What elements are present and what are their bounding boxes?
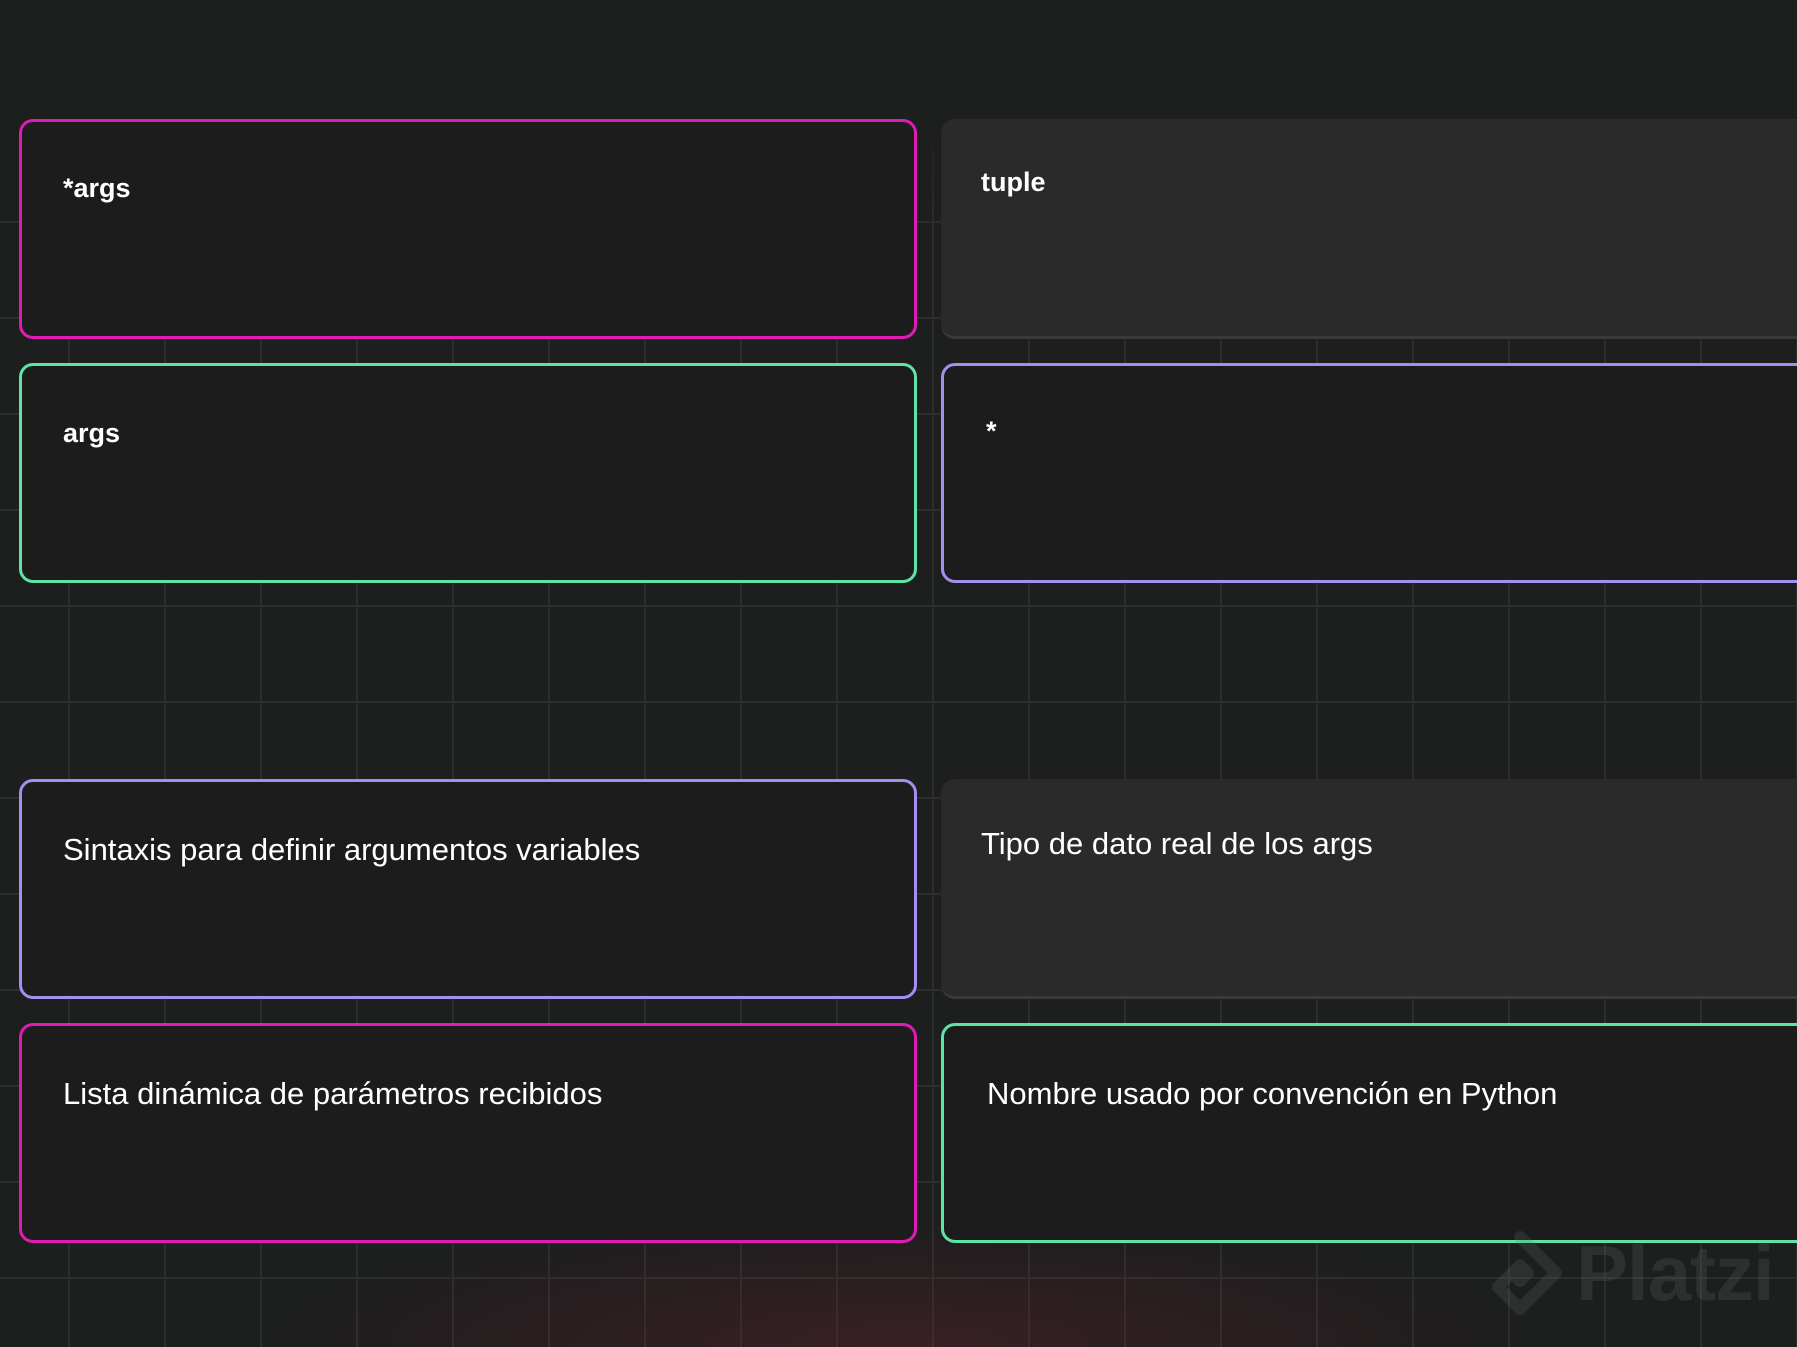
card-label: *args bbox=[63, 173, 131, 203]
term-card-tuple[interactable]: tuple bbox=[941, 119, 1797, 339]
platzi-logo-icon bbox=[1492, 1231, 1562, 1315]
definition-card-syntax[interactable]: Sintaxis para definir argumentos variabl… bbox=[19, 779, 917, 999]
card-label: args bbox=[63, 418, 121, 448]
card-label: Nombre usado por convención en Python bbox=[987, 1076, 1558, 1111]
term-card-args[interactable]: args bbox=[19, 363, 917, 583]
term-card-star-args[interactable]: *args bbox=[19, 119, 917, 339]
card-label: Sintaxis para definir argumentos variabl… bbox=[63, 832, 641, 867]
card-label: Tipo de dato real de los args bbox=[981, 826, 1373, 861]
platzi-watermark: Platzi bbox=[1478, 1228, 1775, 1318]
definition-card-convention-name[interactable]: Nombre usado por convención en Python bbox=[941, 1023, 1797, 1243]
card-label: * bbox=[986, 416, 997, 446]
card-label: Lista dinámica de parámetros recibidos bbox=[63, 1076, 603, 1111]
definition-card-data-type[interactable]: Tipo de dato real de los args bbox=[941, 779, 1797, 999]
definition-card-dynamic-list[interactable]: Lista dinámica de parámetros recibidos bbox=[19, 1023, 917, 1243]
card-label: tuple bbox=[981, 167, 1046, 197]
term-card-asterisk[interactable]: * bbox=[941, 363, 1797, 583]
watermark-text: Platzi bbox=[1576, 1228, 1775, 1317]
